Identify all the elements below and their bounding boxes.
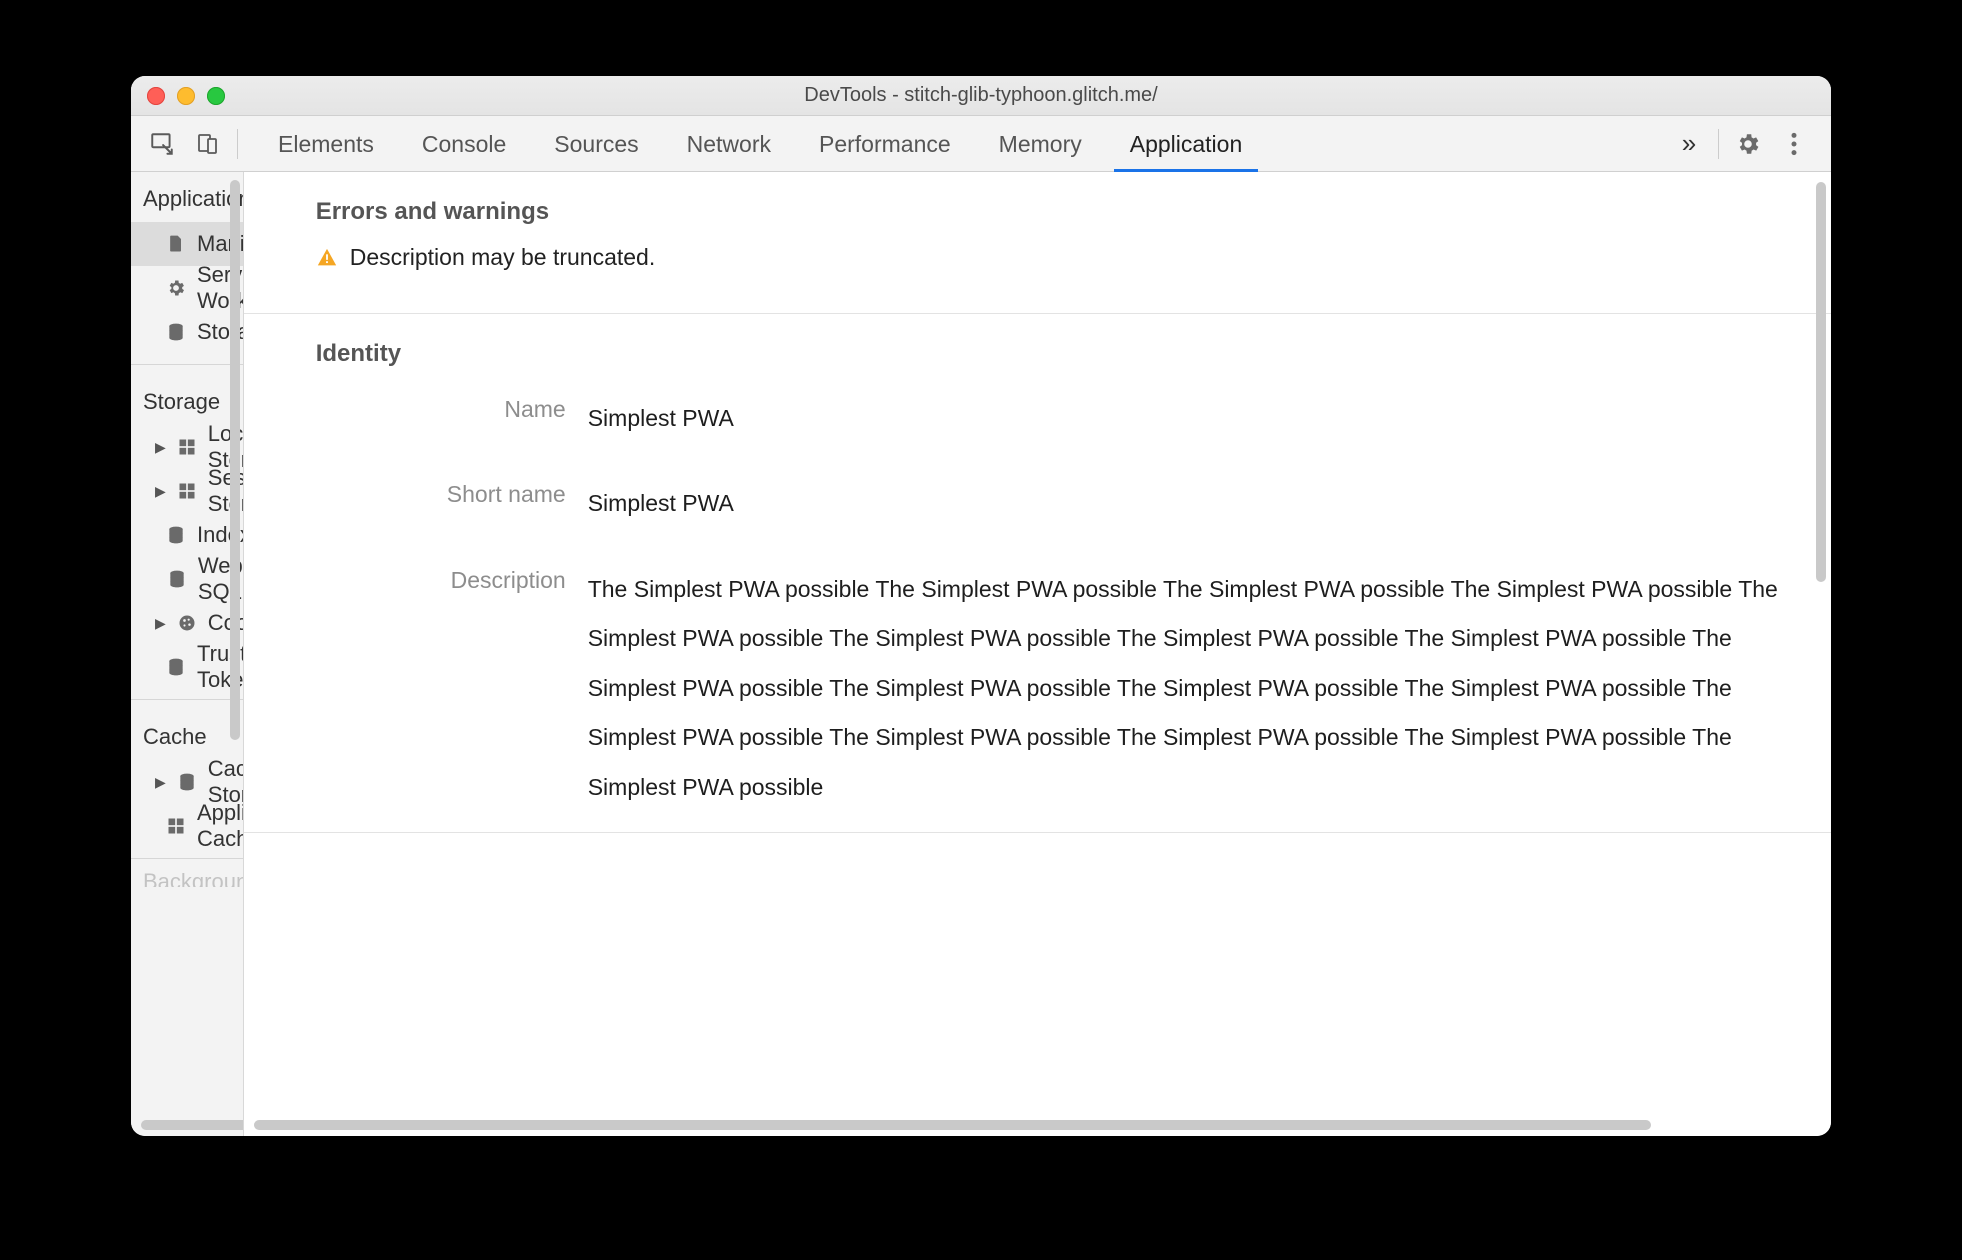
tab-application[interactable]: Application — [1106, 116, 1267, 172]
panel-tabs: ElementsConsoleSourcesNetworkPerformance… — [254, 116, 1266, 171]
sidebar-section-storage: Storage — [131, 375, 243, 425]
sidebar-item-service-workers[interactable]: Service Workers — [131, 266, 243, 310]
identity-fields: Name Simplest PWA Short name Simplest PW… — [316, 386, 1815, 812]
name-label: Name — [316, 394, 566, 443]
grid-icon — [165, 815, 187, 837]
toolbar-divider — [1718, 129, 1719, 159]
toolbar-right: » — [1666, 116, 1823, 171]
db-icon — [165, 321, 187, 343]
inspect-element-button[interactable] — [139, 116, 185, 172]
warning-row: Description may be truncated. — [316, 244, 1815, 271]
sidebar-section-application: Application — [131, 172, 243, 222]
device-toolbar-button[interactable] — [185, 116, 231, 172]
warning-text: Description may be truncated. — [350, 244, 656, 271]
sidebar-section-cache: Cache — [131, 710, 243, 760]
body: ApplicationManifestService WorkersStorag… — [131, 172, 1831, 1136]
more-tabs-button[interactable]: » — [1666, 128, 1712, 159]
short-name-label: Short name — [316, 479, 566, 528]
gear-icon — [165, 277, 187, 299]
expand-caret-icon: ▶ — [155, 615, 166, 632]
application-sidebar: ApplicationManifestService WorkersStorag… — [131, 172, 244, 1136]
window-title: DevTools - stitch-glib-typhoon.glitch.me… — [131, 84, 1831, 107]
main-hscrollbar[interactable] — [254, 1120, 1651, 1130]
sidebar-item-session-storage[interactable]: ▶Session Storage — [131, 469, 243, 513]
expand-caret-icon: ▶ — [155, 483, 166, 500]
tab-elements[interactable]: Elements — [254, 116, 398, 172]
file-icon — [165, 233, 187, 255]
sidebar-item-local-storage[interactable]: ▶Local Storage — [131, 425, 243, 469]
window-controls — [131, 87, 225, 105]
window-close-button[interactable] — [147, 87, 165, 105]
settings-button[interactable] — [1725, 116, 1771, 172]
window-minimize-button[interactable] — [177, 87, 195, 105]
db-icon — [165, 656, 187, 678]
sidebar-scrollbar[interactable] — [230, 180, 240, 740]
kebab-menu-button[interactable] — [1771, 116, 1817, 172]
tab-memory[interactable]: Memory — [975, 116, 1106, 172]
warning-icon — [316, 247, 338, 269]
tab-sources[interactable]: Sources — [530, 116, 662, 172]
sidebar-item-label: Application Cache — [197, 800, 244, 852]
db-icon — [165, 524, 187, 546]
sidebar-hscrollbar[interactable] — [141, 1120, 244, 1130]
db-icon — [176, 771, 198, 793]
name-value: Simplest PWA — [588, 394, 1815, 443]
grid-icon — [176, 436, 198, 458]
expand-caret-icon: ▶ — [155, 439, 166, 456]
main-scrollbar[interactable] — [1816, 182, 1826, 582]
sidebar-item-trust-tokens[interactable]: Trust Tokens — [131, 645, 243, 689]
expand-caret-icon: ▶ — [155, 774, 166, 791]
sidebar-item-application-cache[interactable]: Application Cache — [131, 804, 243, 848]
tab-network[interactable]: Network — [663, 116, 795, 172]
sidebar-item-web-sql[interactable]: Web SQL — [131, 557, 243, 601]
cookie-icon — [176, 612, 198, 634]
sidebar-item-cache-storage[interactable]: ▶Cache Storage — [131, 760, 243, 804]
identity-heading: Identity — [316, 340, 1815, 368]
errors-section: Errors and warnings Description may be t… — [244, 172, 1831, 291]
sidebar-item-cookies[interactable]: ▶Cookies — [131, 601, 243, 645]
titlebar: DevTools - stitch-glib-typhoon.glitch.me… — [131, 76, 1831, 116]
short-name-value: Simplest PWA — [588, 479, 1815, 528]
section-divider — [244, 832, 1831, 833]
description-label: Description — [316, 565, 566, 812]
toolbar-left — [139, 116, 254, 171]
window-zoom-button[interactable] — [207, 87, 225, 105]
tab-console[interactable]: Console — [398, 116, 530, 172]
errors-heading: Errors and warnings — [316, 198, 1815, 226]
db-icon — [166, 568, 188, 590]
sidebar-item-storage[interactable]: Storage — [131, 310, 243, 354]
identity-section: Identity Name Simplest PWA Short name Si… — [244, 314, 1831, 832]
description-value: The Simplest PWA possible The Simplest P… — [588, 565, 1815, 812]
devtools-window: DevTools - stitch-glib-typhoon.glitch.me… — [131, 76, 1831, 1136]
sidebar-section-cutoff: Background Services — [131, 869, 243, 887]
grid-icon — [176, 480, 198, 502]
sidebar-item-indexeddb[interactable]: IndexedDB — [131, 513, 243, 557]
toolbar: ElementsConsoleSourcesNetworkPerformance… — [131, 116, 1831, 172]
manifest-panel: Errors and warnings Description may be t… — [244, 172, 1831, 1136]
sidebar-item-manifest[interactable]: Manifest — [131, 222, 243, 266]
tab-performance[interactable]: Performance — [795, 116, 975, 172]
toolbar-divider — [237, 129, 238, 159]
